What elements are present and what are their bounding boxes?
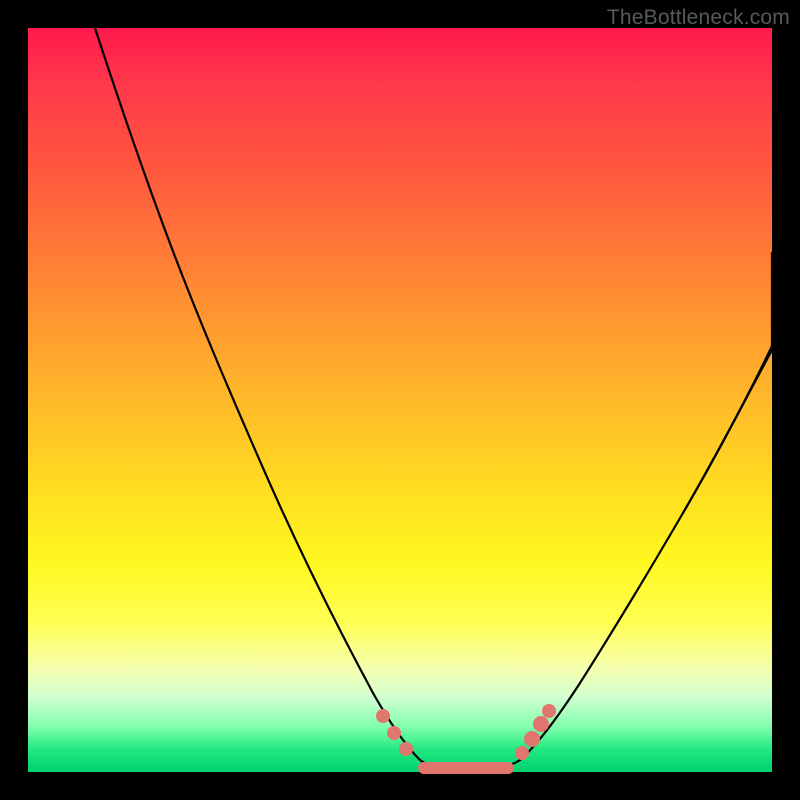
curve-right-branch xyxy=(520,253,772,760)
marker-dot xyxy=(533,716,549,732)
marker-dot xyxy=(542,704,556,718)
marker-dot xyxy=(515,746,529,760)
marker-dot xyxy=(376,709,390,723)
marker-dot xyxy=(524,731,540,747)
marker-dot xyxy=(387,726,401,740)
marker-bar xyxy=(418,762,514,774)
curve-layer xyxy=(28,28,772,772)
watermark-text: TheBottleneck.com xyxy=(607,6,790,30)
curve-left-branch xyxy=(95,28,420,760)
curve-right-branch-tail xyxy=(683,346,772,513)
chart-frame: TheBottleneck.com xyxy=(0,0,800,800)
plot-area xyxy=(28,28,772,772)
marker-dot xyxy=(399,742,413,756)
